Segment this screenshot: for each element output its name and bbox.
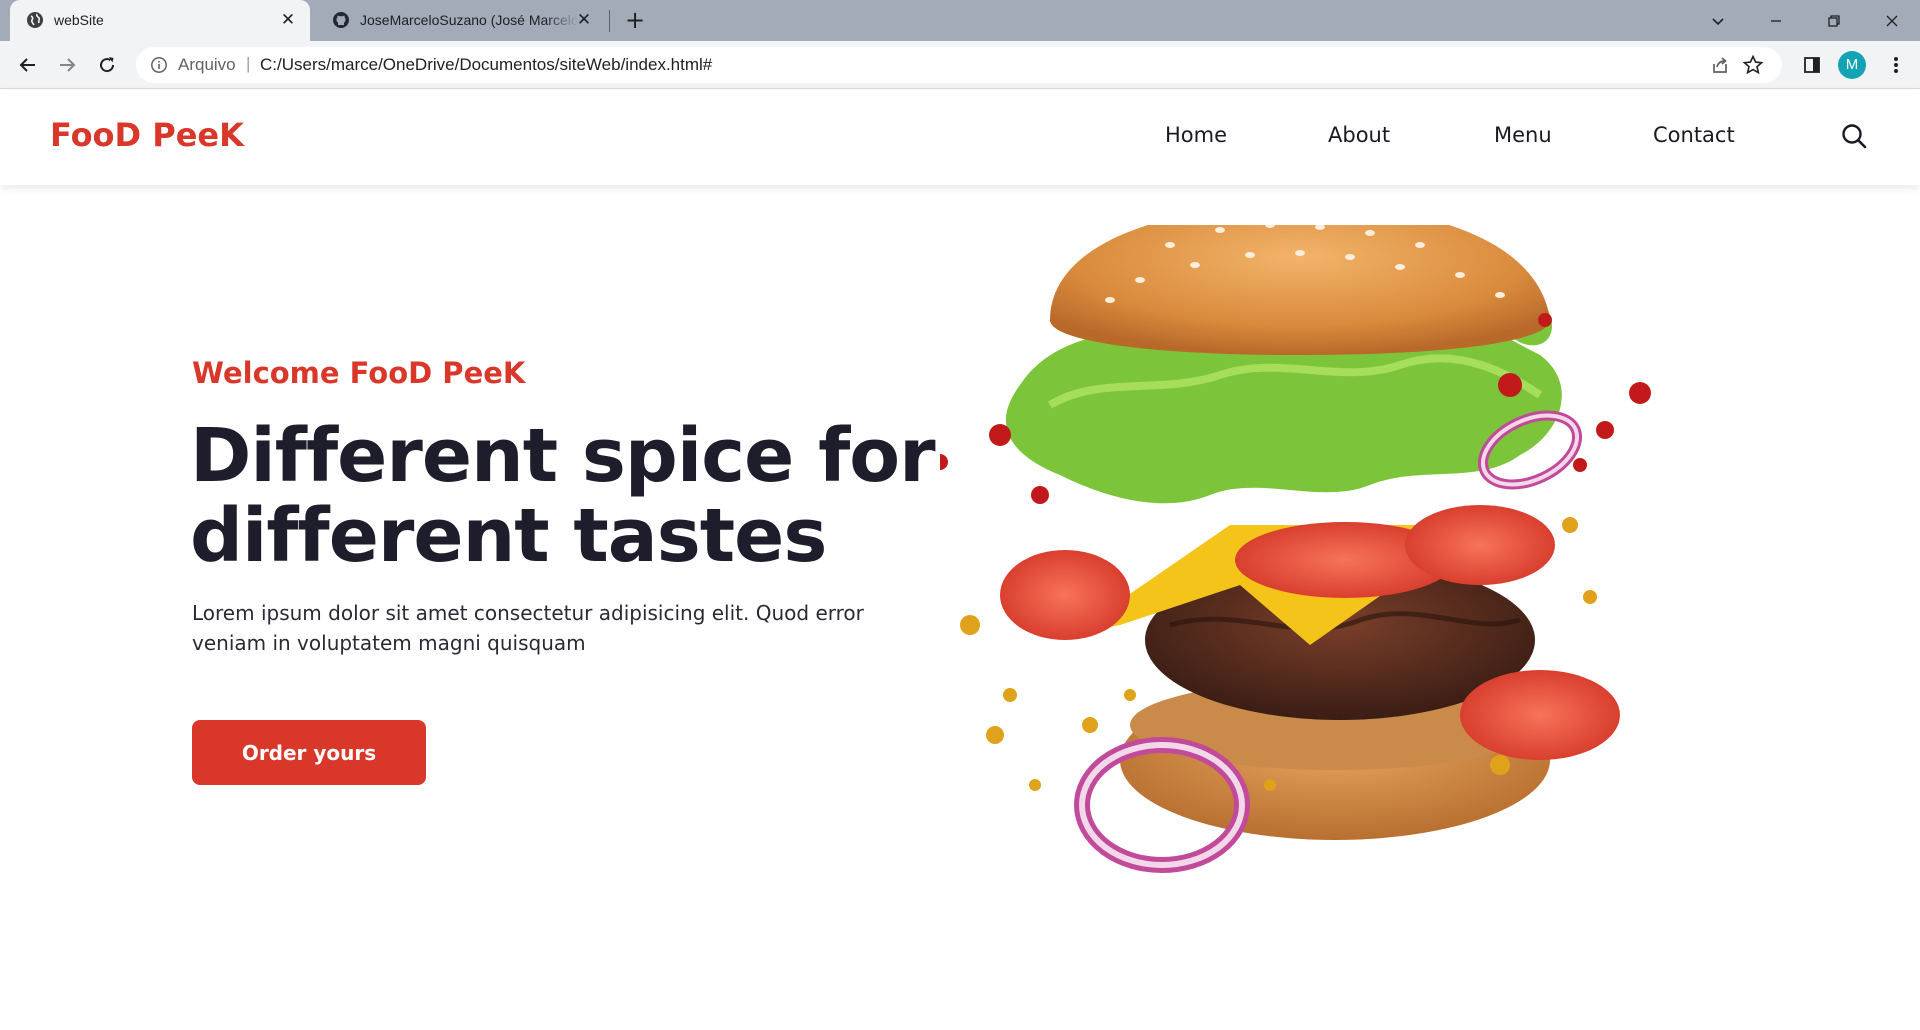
hero-headline-line1: Different spice for <box>190 413 936 499</box>
browser-tabstrip: webSite ✕ JoseMarceloSuzano (José Marcel… <box>0 0 1920 41</box>
reload-icon[interactable] <box>91 49 123 81</box>
share-icon[interactable] <box>1710 55 1730 75</box>
side-panel-icon[interactable] <box>1796 49 1828 81</box>
browser-toolbar: Arquivo | C:/Users/marce/OneDrive/Docume… <box>0 41 1920 89</box>
close-tab-icon[interactable]: ✕ <box>574 10 594 30</box>
site-header: FooD PeeK Home About Menu Contact <box>0 90 1920 185</box>
nav-contact[interactable]: Contact <box>1653 123 1735 147</box>
tab-separator <box>609 10 610 32</box>
address-bar[interactable]: Arquivo | C:/Users/marce/OneDrive/Docume… <box>136 47 1782 83</box>
search-icon[interactable] <box>1840 122 1868 150</box>
new-tab-icon[interactable]: + <box>622 8 648 33</box>
close-window-icon[interactable] <box>1864 0 1920 41</box>
forward-arrow-icon[interactable] <box>51 49 83 81</box>
restore-icon[interactable] <box>1806 0 1862 41</box>
hero-headline: Different spice for different tastes <box>190 416 970 576</box>
address-url[interactable]: C:/Users/marce/OneDrive/Documentos/siteW… <box>260 55 712 75</box>
close-tab-icon[interactable]: ✕ <box>278 10 298 30</box>
globe-icon <box>27 12 43 28</box>
info-icon[interactable] <box>150 56 168 74</box>
hero-description: Lorem ipsum dolor sit amet consectetur a… <box>192 601 864 655</box>
address-scheme: Arquivo <box>178 55 236 74</box>
nav-about[interactable]: About <box>1328 123 1390 147</box>
bookmark-star-icon[interactable] <box>1742 54 1764 76</box>
tab-website[interactable]: webSite ✕ <box>10 0 310 41</box>
burger-image <box>940 225 1651 873</box>
more-menu-icon[interactable] <box>1880 49 1912 81</box>
github-icon <box>333 12 349 28</box>
profile-avatar[interactable]: M <box>1838 51 1866 79</box>
nav-menu[interactable]: Menu <box>1494 123 1552 147</box>
minimize-icon[interactable] <box>1748 0 1804 41</box>
order-button[interactable]: Order yours <box>192 720 426 785</box>
hero-welcome: Welcome FooD PeeK <box>192 356 526 390</box>
tab-search-icon[interactable] <box>1690 0 1746 41</box>
site-logo[interactable]: FooD PeeK <box>50 116 244 154</box>
tab-title: JoseMarceloSuzano (José Marcelo Suzano) <box>360 12 578 28</box>
hero-headline-line2: different tastes <box>190 493 827 579</box>
tab-title: webSite <box>54 12 104 28</box>
address-separator: | <box>246 54 251 73</box>
back-arrow-icon[interactable] <box>12 49 44 81</box>
tab-github[interactable]: JoseMarceloSuzano (José Marcelo Suzano) … <box>316 0 606 41</box>
nav-home[interactable]: Home <box>1165 123 1227 147</box>
